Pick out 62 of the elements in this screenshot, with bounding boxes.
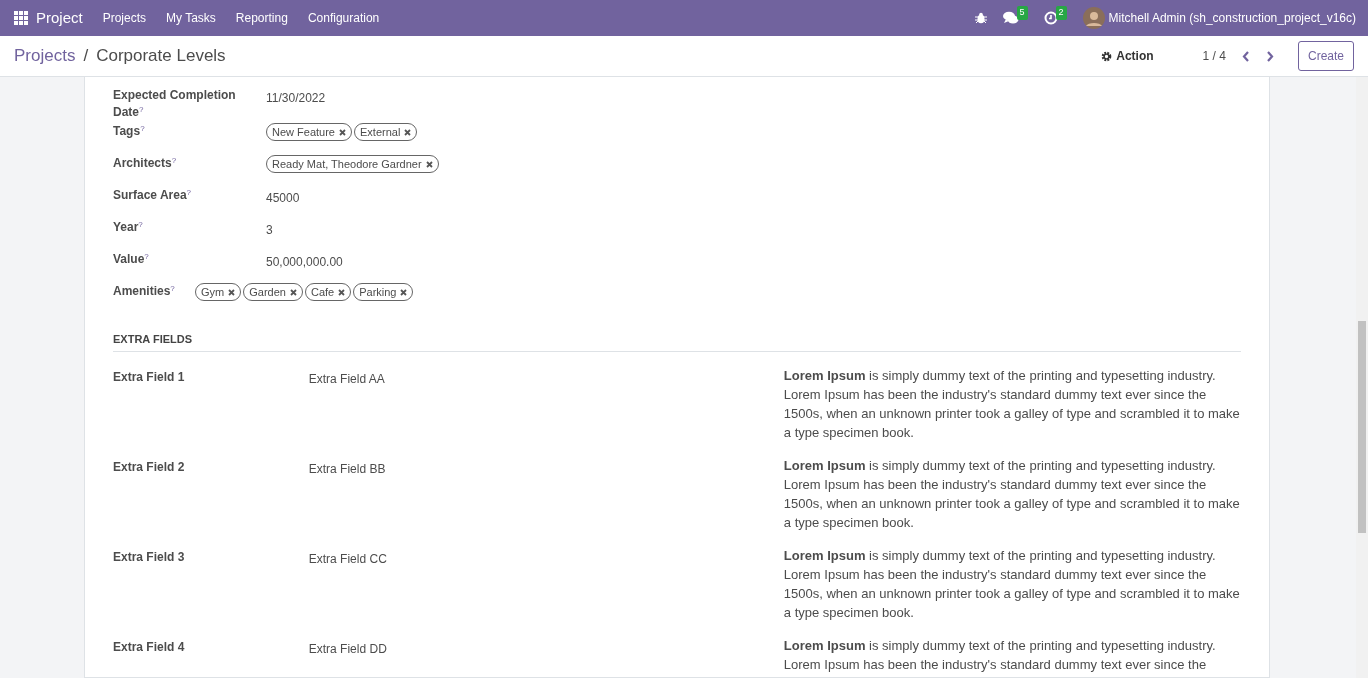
field-label: Surface Area$^{?}$ [113,188,192,202]
menu-item[interactable]: Configuration [297,9,390,27]
menu-item[interactable]: Reporting [225,9,298,27]
field-label: Amenities$^{?}$ [113,284,175,298]
field-description: Lorem Ipsum is simply dummy text of the printing and typesetting industry. Lorem Ipsum has been the industry's standard dummy text ever since the 1500s, when an unknown printer took a galley of type and scrambled it to make a type specimen book. [783,456,1241,532]
gear-icon [1101,50,1113,62]
menu-item[interactable]: My Tasks [156,9,226,27]
field-value: Extra Field CC [308,550,388,568]
scrollbar[interactable] [1356,77,1368,678]
field-label: Architects$^{?}$ [113,156,177,170]
breadcrumb-link[interactable]: Projects [14,43,76,69]
field-label: Extra Field 2 [113,458,186,476]
field-value: 50,000,000.00 [266,254,343,271]
remove-icon[interactable] [404,128,412,136]
field-label: Extra Field 4 [113,638,186,656]
remove-icon[interactable] [338,288,346,296]
remove-icon[interactable] [289,288,297,296]
remove-icon[interactable] [339,128,346,136]
tag-label: Gym [201,285,225,300]
tag-label: Cafe [310,285,335,300]
message-count: 5 [1016,6,1028,20]
tag-label: Ready Mat, Theodore Gardner [272,157,422,172]
breadcrumb-separator: / [83,45,89,68]
chat-icon[interactable] [1002,11,1019,25]
tag-label: External [360,125,401,140]
field-value: Extra Field BB [308,460,387,478]
scrollbar-thumb[interactable] [1358,321,1366,533]
field-description: Lorem Ipsum is simply dummy text of the printing and typesetting industry. Lorem Ipsum has been the industry's standard dummy text ever since the 1500s, when an unknown printer took a galley of type and scrambled it to make a type specimen book. [783,366,1241,442]
field-value: Extra Field DD [308,640,388,658]
tag-label: New Feature [272,125,335,140]
breadcrumb-current: Corporate Levels [96,45,226,68]
avatar-icon[interactable] [1082,7,1105,29]
action-button[interactable]: Action [1100,46,1155,66]
activity-count: 2 [1055,6,1067,20]
field-label: Tags$^{?}$ [113,124,145,138]
field-label: Value$^{?}$ [113,252,149,266]
tag-label: Parking [359,285,397,300]
remove-icon[interactable] [228,288,236,296]
chevron-left-icon[interactable] [1241,50,1250,62]
field-value: 3 [266,222,273,239]
apps-menu-icon[interactable] [14,11,28,25]
remove-icon[interactable] [425,160,433,168]
pager-value: 1 / 4 [1202,48,1226,65]
user-name[interactable]: Mitchell Admin (sh_construction_project_v16c) [1108,9,1356,27]
create-button[interactable]: Create [1297,41,1354,71]
field-value: 45000 [266,190,300,207]
field-label: Expected Completion Date$^{?}$ [113,88,236,119]
field-value: 11/30/2022 [266,90,326,107]
field-label: Extra Field 3 [113,548,186,566]
chevron-right-icon[interactable] [1265,50,1274,62]
section-title: EXTRA FIELDS [113,323,1241,352]
field-description: Lorem Ipsum is simply dummy text of the printing and typesetting industry. Lorem Ipsum has been the industry's standard dummy text ever since the [783,636,1217,674]
field-label: Year$^{?}$ [113,220,143,234]
menu-item[interactable]: Projects [92,9,157,27]
app-name[interactable]: Project [28,6,93,30]
clock-icon[interactable] [1043,11,1058,25]
field-description: Lorem Ipsum is simply dummy text of the printing and typesetting industry. Lorem Ipsum has been the industry's standard dummy text ever since the 1500s, when an unknown printer took a galley of type and scrambled it to make a type specimen book. [783,546,1241,622]
remove-icon[interactable] [400,288,408,296]
field-label: Extra Field 1 [113,368,186,386]
tag-label: Garden [249,285,286,300]
field-value: Extra Field AA [308,370,386,388]
bug-icon[interactable] [974,12,987,24]
